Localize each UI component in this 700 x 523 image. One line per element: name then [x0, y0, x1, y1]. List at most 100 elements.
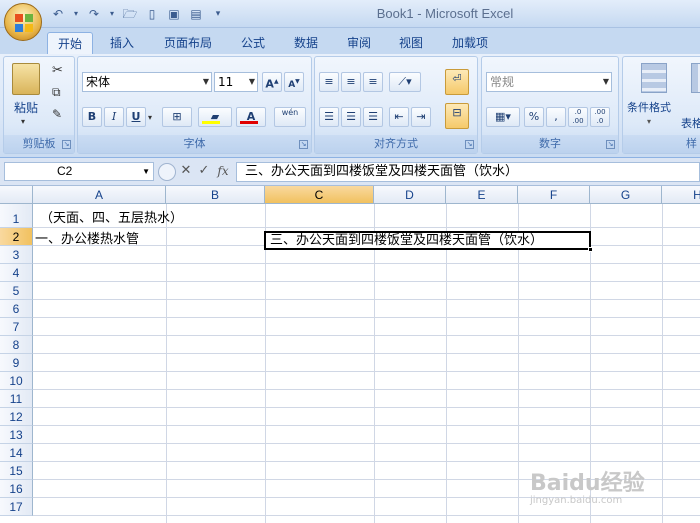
gridline	[374, 204, 375, 523]
column-header-a[interactable]: A	[33, 186, 166, 204]
row-header-12[interactable]: 12	[0, 408, 33, 426]
row-header-15[interactable]: 15	[0, 462, 33, 480]
conditional-format-icon[interactable]	[641, 63, 667, 93]
column-header-f[interactable]: F	[518, 186, 590, 204]
formula-input[interactable]: 三、办公天面到四楼饭堂及四楼天面管（饮水）	[236, 162, 700, 182]
row-header-5[interactable]: 5	[0, 282, 33, 300]
grow-font-button[interactable]: A▲	[262, 72, 282, 92]
fill-handle[interactable]	[588, 247, 593, 252]
font-launcher-icon[interactable]: ↘	[299, 140, 308, 149]
window-title: Book1 - Microsoft Excel	[376, 6, 514, 21]
font-name-select[interactable]: 宋体 ▼	[82, 72, 212, 92]
select-all-corner[interactable]	[0, 186, 33, 204]
align-top-button[interactable]: ≡	[319, 72, 339, 92]
tab-insert[interactable]: 插入	[100, 32, 144, 54]
row-header-4[interactable]: 4	[0, 264, 33, 282]
office-button[interactable]	[4, 3, 42, 41]
decrease-decimal-button[interactable]: .00 .0	[590, 107, 610, 127]
row-header-14[interactable]: 14	[0, 444, 33, 462]
align-bottom-button[interactable]: ≡	[363, 72, 383, 92]
paste-icon[interactable]	[12, 63, 40, 95]
active-cell-c2[interactable]: 三、办公天面到四楼饭堂及四楼天面管（饮水）	[264, 231, 593, 252]
accounting-format-button[interactable]: ▦▾	[486, 107, 520, 127]
gridline	[33, 407, 700, 408]
align-middle-button[interactable]: ≡	[341, 72, 361, 92]
fill-color-button[interactable]: ▰	[198, 107, 232, 127]
column-header-g[interactable]: G	[590, 186, 662, 204]
font-size-select[interactable]: 11 ▼	[214, 72, 258, 92]
column-header-d[interactable]: D	[374, 186, 446, 204]
enter-icon[interactable]: ✓	[196, 163, 212, 179]
styles-group: 条件格式 ▾ 表格 样	[622, 56, 700, 154]
percent-style-button[interactable]: %	[524, 107, 544, 127]
worksheet-grid[interactable]: A B C D E F G H 1 2 3 4 5 6 7 8 9 10 11 …	[0, 186, 700, 523]
column-header-h[interactable]: H	[662, 186, 700, 204]
format-as-table-icon[interactable]	[691, 63, 700, 93]
ribbon: 粘贴 ▾ ✂ ⧉ ✎ 剪贴板 ↘ 宋体 ▼ 11 ▼ A▲ A▼ B I U ▾…	[0, 54, 700, 158]
shrink-font-button[interactable]: A▼	[284, 72, 304, 92]
row-header-8[interactable]: 8	[0, 336, 33, 354]
align-left-button[interactable]: ☰	[319, 107, 339, 127]
borders-button[interactable]: ⊞	[162, 107, 192, 127]
clipboard-launcher-icon[interactable]: ↘	[62, 140, 71, 149]
formula-expand-handle[interactable]	[158, 163, 176, 181]
bold-button[interactable]: B	[82, 107, 102, 127]
tab-review[interactable]: 审阅	[337, 32, 381, 54]
italic-button[interactable]: I	[104, 107, 124, 127]
cancel-icon[interactable]: ✕	[178, 163, 194, 179]
underline-dropdown-icon[interactable]: ▾	[148, 113, 152, 122]
increase-decimal-button[interactable]: .0 .00	[568, 107, 588, 127]
cell-a1[interactable]: （天面、四、五层热水）	[40, 210, 183, 228]
row-header-17[interactable]: 17	[0, 498, 33, 516]
orientation-icon: ⟋▾	[398, 75, 412, 88]
merge-center-button[interactable]: ⊟	[445, 103, 469, 129]
name-box[interactable]: C2 ▼	[4, 162, 154, 181]
paste-dropdown-icon[interactable]: ▾	[21, 117, 25, 126]
gridline	[33, 263, 700, 264]
font-color-button[interactable]: A	[236, 107, 266, 127]
paste-button[interactable]: 粘贴	[14, 99, 38, 116]
insert-function-icon[interactable]: fx	[215, 163, 231, 179]
column-header-b[interactable]: B	[166, 186, 265, 204]
orientation-button[interactable]: ⟋▾	[389, 72, 421, 92]
tab-formulas[interactable]: 公式	[231, 32, 275, 54]
tab-view[interactable]: 视图	[389, 32, 433, 54]
row-header-1[interactable]: 1	[0, 210, 33, 228]
conditional-format-dropdown-icon[interactable]: ▾	[647, 117, 651, 126]
cell-a2[interactable]: 一、办公楼热水管	[35, 231, 139, 249]
row-header-16[interactable]: 16	[0, 480, 33, 498]
align-center-button[interactable]: ☰	[341, 107, 361, 127]
row-header-3[interactable]: 3	[0, 246, 33, 264]
phonetic-button[interactable]: wén	[274, 107, 306, 127]
wrap-text-button[interactable]: ⏎	[445, 69, 469, 95]
column-header-e[interactable]: E	[446, 186, 518, 204]
underline-button[interactable]: U	[126, 107, 146, 127]
comma-style-button[interactable]: ,	[546, 107, 566, 127]
row-header-11[interactable]: 11	[0, 390, 33, 408]
decrease-indent-button[interactable]: ⇤	[389, 107, 409, 127]
chevron-down-icon: ▼	[202, 77, 209, 86]
number-format-select[interactable]: 常规 ▼	[486, 72, 612, 92]
conditional-format-button[interactable]: 条件格式	[627, 99, 671, 115]
row-header-6[interactable]: 6	[0, 300, 33, 318]
row-header-2[interactable]: 2	[0, 228, 33, 246]
cut-icon[interactable]: ✂	[52, 63, 63, 78]
column-header-c[interactable]: C	[265, 186, 374, 204]
copy-icon[interactable]: ⧉	[52, 85, 61, 100]
format-as-table-button[interactable]: 表格	[681, 115, 700, 131]
number-launcher-icon[interactable]: ↘	[606, 140, 615, 149]
row-header-10[interactable]: 10	[0, 372, 33, 390]
increase-indent-button[interactable]: ⇥	[411, 107, 431, 127]
align-right-button[interactable]: ☰	[363, 107, 383, 127]
row-header-7[interactable]: 7	[0, 318, 33, 336]
tab-data[interactable]: 数据	[284, 32, 328, 54]
alignment-launcher-icon[interactable]: ↘	[465, 140, 474, 149]
row-header-13[interactable]: 13	[0, 426, 33, 444]
styles-group-label: 样	[623, 135, 700, 153]
row-header-9[interactable]: 9	[0, 354, 33, 372]
borders-icon: ⊞	[172, 110, 182, 123]
format-painter-icon[interactable]: ✎	[52, 107, 62, 121]
tab-page-layout[interactable]: 页面布局	[154, 32, 222, 54]
tab-home[interactable]: 开始	[47, 32, 94, 54]
tab-addins[interactable]: 加载项	[442, 32, 498, 54]
